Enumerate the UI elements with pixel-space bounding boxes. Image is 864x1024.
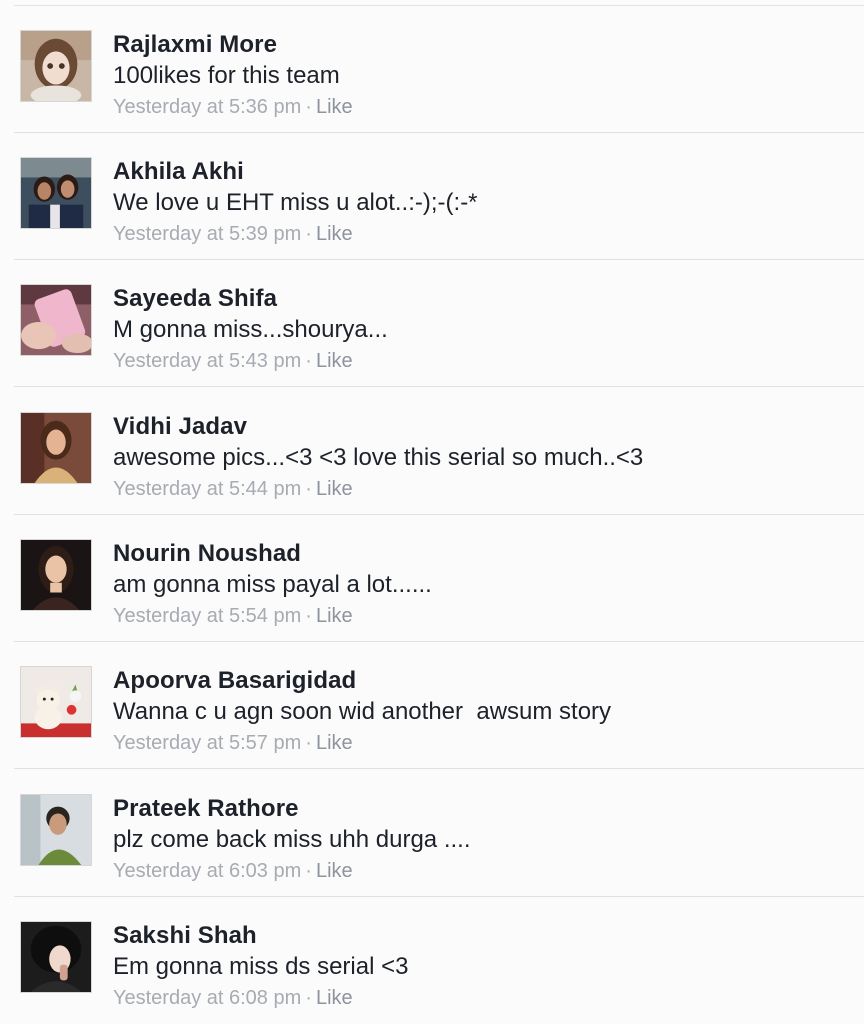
comment-list: Rajlaxmi More 100likes for this team Yes… xyxy=(0,0,864,1024)
comment-text: We love u EHT miss u alot..:-);-(:-* xyxy=(113,189,478,216)
comment-item: Sakshi Shah Em gonna miss ds serial <3 Y… xyxy=(0,897,864,1024)
group-selfie-avatar-icon[interactable] xyxy=(20,157,92,229)
divider xyxy=(14,386,864,387)
like-link[interactable]: Like xyxy=(316,96,353,118)
comment-timestamp: Yesterday at 5:57 pm xyxy=(113,732,302,754)
divider xyxy=(14,768,864,769)
commenter-name[interactable]: Vidhi Jadav xyxy=(113,413,247,441)
comment-text: awesome pics...<3 <3 love this serial so… xyxy=(113,444,644,471)
comment-timestamp: Yesterday at 5:44 pm xyxy=(113,478,302,500)
like-link[interactable]: Like xyxy=(316,478,353,500)
comment-meta: Yesterday at 5:44 pm · Like xyxy=(113,478,353,501)
meta-separator: · xyxy=(305,732,312,754)
commenter-name[interactable]: Sakshi Shah xyxy=(113,922,257,950)
hooded-portrait-avatar-icon[interactable] xyxy=(20,921,92,993)
comment-item: Apoorva Basarigidad Wanna c u agn soon w… xyxy=(0,642,864,769)
woman-portrait-avatar-icon[interactable] xyxy=(20,539,92,611)
like-link[interactable]: Like xyxy=(316,987,353,1009)
like-link[interactable]: Like xyxy=(316,605,353,627)
commenter-name[interactable]: Sayeeda Shifa xyxy=(113,285,277,313)
comment-item: Prateek Rathore plz come back miss uhh d… xyxy=(0,770,864,897)
meta-separator: · xyxy=(305,478,312,500)
meta-separator: · xyxy=(305,350,312,372)
meta-separator: · xyxy=(305,987,312,1009)
comment-timestamp: Yesterday at 5:43 pm xyxy=(113,350,302,372)
comment-item: Sayeeda Shifa M gonna miss...shourya... … xyxy=(0,260,864,387)
meta-separator: · xyxy=(305,223,312,245)
doll-avatar-icon[interactable] xyxy=(20,30,92,102)
comment-meta: Yesterday at 5:36 pm · Like xyxy=(113,96,353,119)
like-link[interactable]: Like xyxy=(316,223,353,245)
comment-item: Rajlaxmi More 100likes for this team Yes… xyxy=(0,6,864,133)
commenter-name[interactable]: Prateek Rathore xyxy=(113,795,299,823)
teddy-bear-avatar-icon[interactable] xyxy=(20,666,92,738)
comment-meta: Yesterday at 6:03 pm · Like xyxy=(113,860,353,883)
meta-separator: · xyxy=(305,605,312,627)
comment-meta: Yesterday at 5:39 pm · Like xyxy=(113,223,353,246)
comment-text: am gonna miss payal a lot...... xyxy=(113,571,432,598)
woman-portrait-avatar-icon[interactable] xyxy=(20,412,92,484)
comment-text: Wanna c u agn soon wid another awsum sto… xyxy=(113,698,612,725)
comment-text: 100likes for this team xyxy=(113,62,340,89)
commenter-name[interactable]: Rajlaxmi More xyxy=(113,31,277,59)
commenter-name[interactable]: Akhila Akhi xyxy=(113,158,244,186)
comment-timestamp: Yesterday at 5:36 pm xyxy=(113,96,302,118)
comment-timestamp: Yesterday at 5:39 pm xyxy=(113,223,302,245)
comment-meta: Yesterday at 5:43 pm · Like xyxy=(113,350,353,373)
comment-meta: Yesterday at 5:57 pm · Like xyxy=(113,732,353,755)
comment-item: Nourin Noushad am gonna miss payal a lot… xyxy=(0,515,864,642)
comment-item: Vidhi Jadav awesome pics...<3 <3 love th… xyxy=(0,388,864,515)
comment-text: Em gonna miss ds serial <3 xyxy=(113,953,409,980)
commenter-name[interactable]: Apoorva Basarigidad xyxy=(113,667,356,695)
comment-timestamp: Yesterday at 5:54 pm xyxy=(113,605,302,627)
comment-timestamp: Yesterday at 6:03 pm xyxy=(113,860,302,882)
comment-text: M gonna miss...shourya... xyxy=(113,316,388,343)
meta-separator: · xyxy=(305,860,312,882)
comment-text: plz come back miss uhh durga .... xyxy=(113,826,471,853)
comment-item: Akhila Akhi We love u EHT miss u alot..:… xyxy=(0,133,864,260)
like-link[interactable]: Like xyxy=(316,350,353,372)
man-portrait-avatar-icon[interactable] xyxy=(20,794,92,866)
pink-phone-avatar-icon[interactable] xyxy=(20,284,92,356)
comment-meta: Yesterday at 6:08 pm · Like xyxy=(113,987,353,1010)
commenter-name[interactable]: Nourin Noushad xyxy=(113,540,301,568)
comment-meta: Yesterday at 5:54 pm · Like xyxy=(113,605,353,628)
like-link[interactable]: Like xyxy=(316,732,353,754)
like-link[interactable]: Like xyxy=(316,860,353,882)
meta-separator: · xyxy=(305,96,312,118)
comment-timestamp: Yesterday at 6:08 pm xyxy=(113,987,302,1009)
